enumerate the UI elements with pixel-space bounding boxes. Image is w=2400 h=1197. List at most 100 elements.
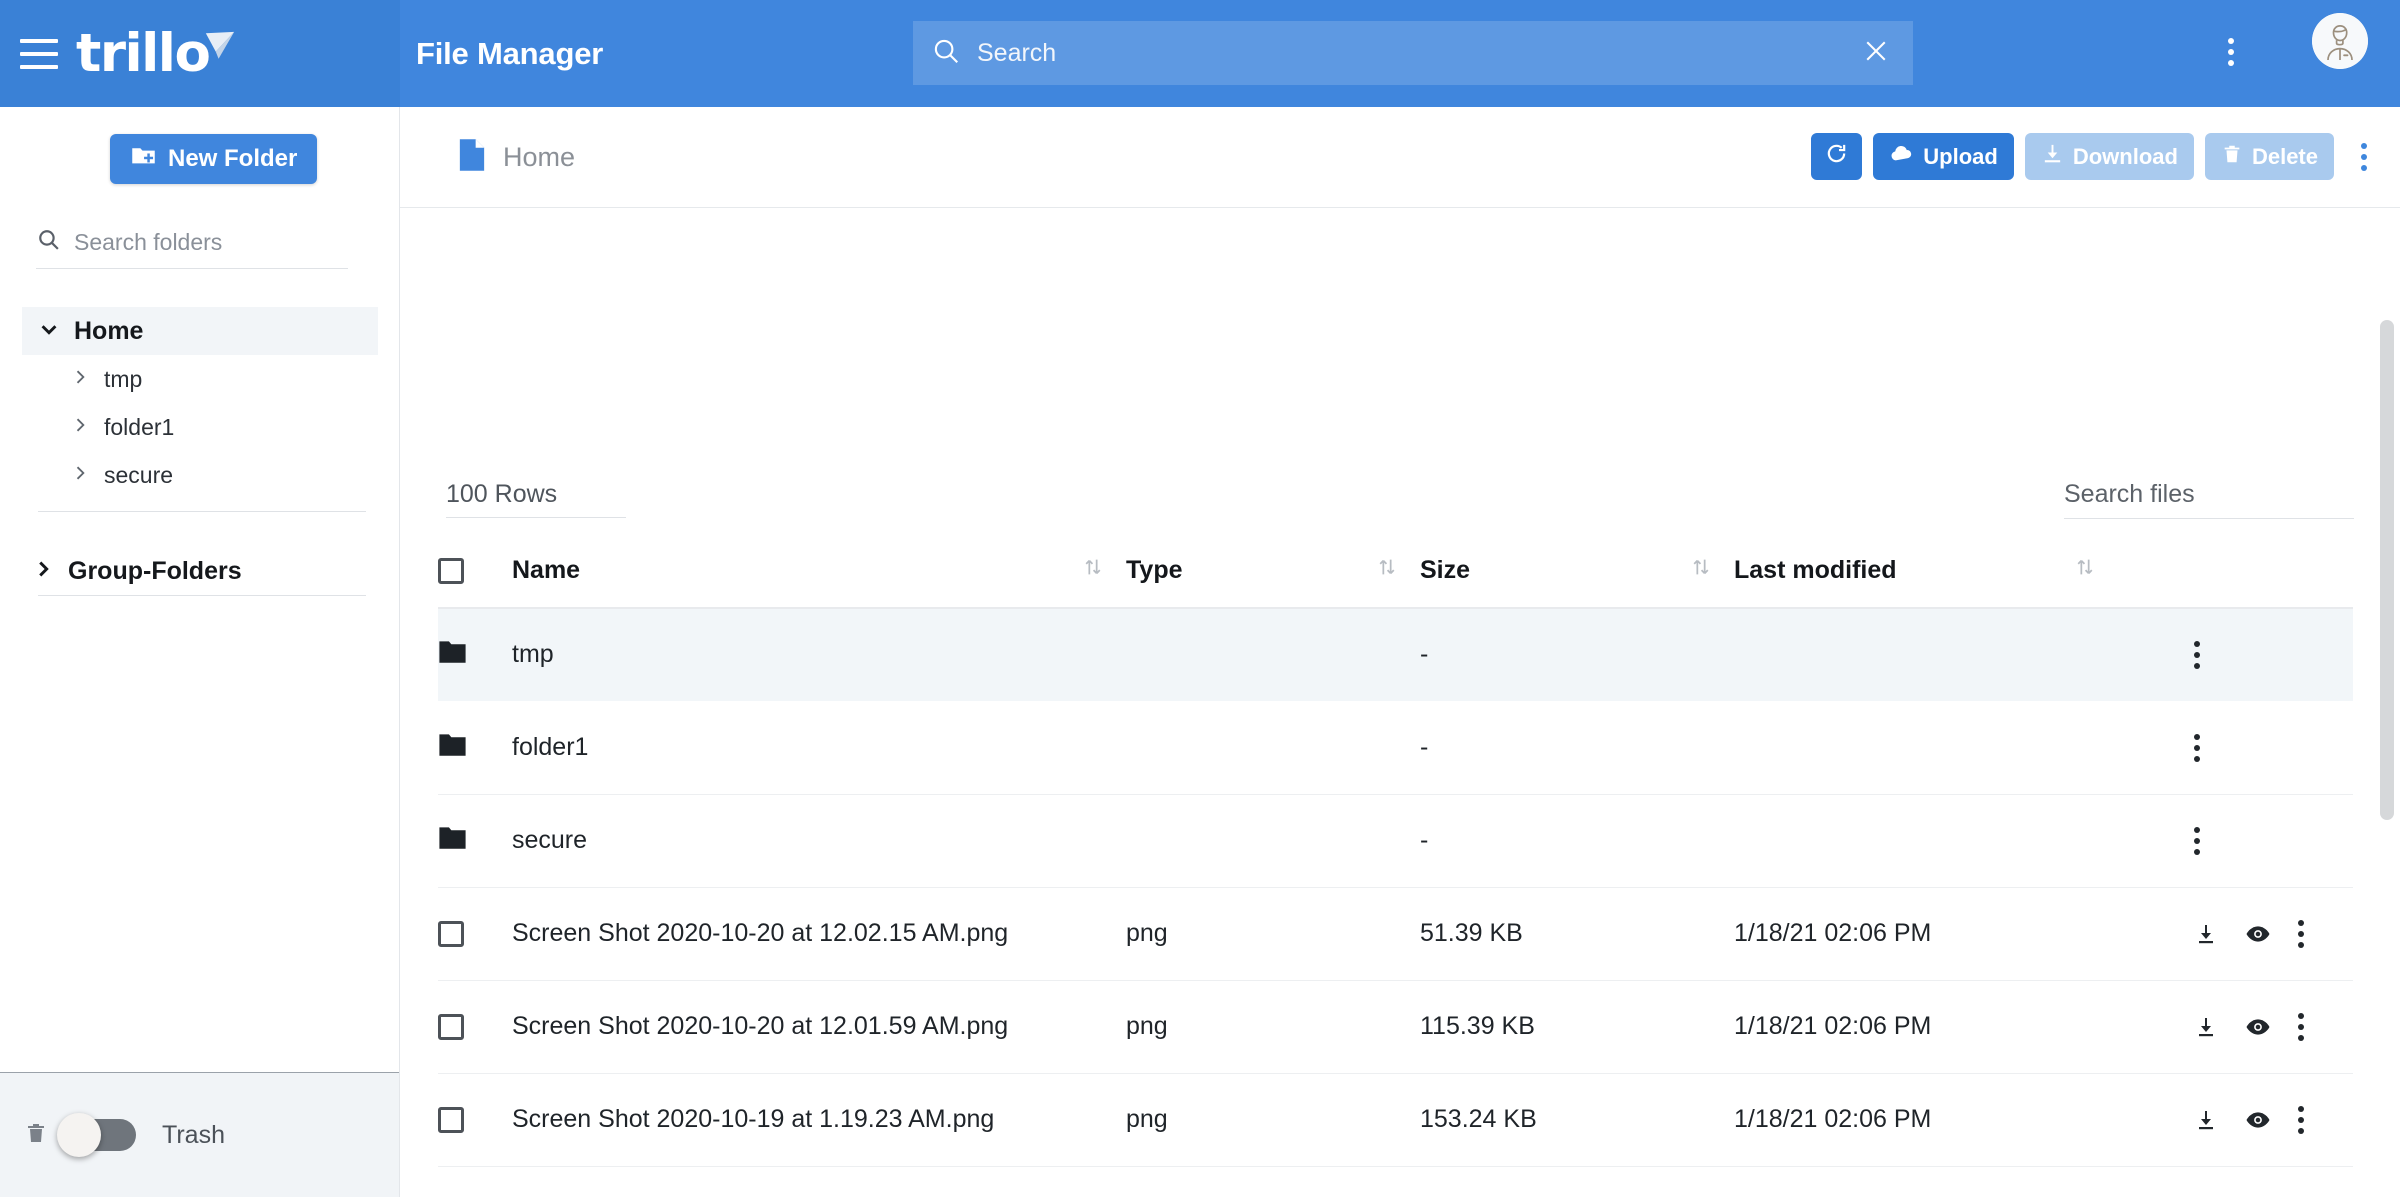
chevron-down-icon (38, 318, 60, 345)
row-checkbox[interactable] (438, 1013, 464, 1040)
kebab-menu-icon[interactable] (2298, 1105, 2304, 1134)
sidebar-item-folder1[interactable]: folder1 (22, 403, 378, 451)
eye-icon[interactable] (2245, 1014, 2271, 1040)
row-type: png (1126, 1166, 1420, 1197)
kebab-menu-icon[interactable] (2298, 919, 2304, 948)
download-icon (2041, 142, 2064, 171)
eye-icon[interactable] (2245, 921, 2271, 947)
row-select-cell[interactable] (438, 701, 512, 795)
table-row[interactable]: Screen Shot 2020-10-20 at 12.01.59 AM.pn… (438, 980, 2353, 1074)
row-last-modified: 1/18/21 02:06 PM (1734, 1073, 2194, 1167)
vertical-scrollbar-thumb[interactable] (2380, 320, 2394, 820)
download-icon[interactable] (2194, 922, 2218, 946)
cloud-upload-icon (1889, 141, 1914, 172)
kebab-menu-icon[interactable] (2194, 640, 2200, 669)
sidebar-item-label: Home (74, 316, 144, 345)
close-icon[interactable] (1857, 32, 1895, 75)
row-select-cell[interactable] (438, 1073, 512, 1167)
table-row[interactable]: Screen Shot 2020-10-08 at 10.12.02 AM.pn… (438, 1166, 2353, 1197)
new-folder-label: New Folder (168, 145, 298, 172)
rows-per-page-container: 10 Rows25 Rows50 Rows100 Rows (446, 480, 626, 518)
left-sidebar: New Folder Home tmp (0, 107, 400, 1197)
search-icon (36, 227, 61, 257)
upload-button[interactable]: Upload (1873, 133, 2014, 180)
table-row[interactable]: Screen Shot 2020-10-19 at 1.19.23 AM.png… (438, 1073, 2353, 1167)
page-title: File Manager (416, 35, 604, 71)
hamburger-menu-icon[interactable] (20, 38, 58, 69)
table-row[interactable]: secure - (438, 794, 2353, 888)
sidebar-item-group-folders[interactable]: Group-Folders (22, 547, 378, 595)
row-select-cell[interactable] (438, 980, 512, 1074)
row-actions (2194, 794, 2353, 888)
row-actions (2194, 1073, 2353, 1167)
kebab-menu-icon[interactable] (2298, 1012, 2304, 1041)
trash-toggle-bar: Trash (0, 1072, 399, 1197)
toolbar-overflow-kebab-menu-icon[interactable] (2361, 142, 2367, 171)
new-folder-button[interactable]: New Folder (110, 134, 318, 184)
sidebar-item-label: secure (104, 461, 174, 488)
top-header-bar: trillo File Manager (0, 0, 2400, 107)
select-all-checkbox[interactable] (438, 557, 464, 584)
sort-arrows-icon-name[interactable] (1082, 556, 1126, 609)
chevron-right-icon (32, 558, 54, 585)
column-header-type[interactable]: Type (1126, 556, 1376, 609)
trash-toggle-switch[interactable] (57, 1113, 136, 1157)
folder-search-container (36, 227, 348, 269)
delete-label: Delete (2251, 143, 2318, 169)
eye-icon[interactable] (2245, 1107, 2271, 1133)
column-header-last-modified[interactable]: Last modified (1734, 556, 2074, 609)
breadcrumb[interactable]: Home (400, 138, 575, 177)
rows-per-page-select[interactable]: 10 Rows25 Rows50 Rows100 Rows (446, 480, 558, 508)
refresh-icon (1825, 142, 1848, 171)
kebab-menu-icon[interactable] (2194, 826, 2200, 855)
download-icon[interactable] (2194, 1015, 2218, 1039)
row-type: png (1126, 887, 1420, 981)
row-checkbox[interactable] (438, 1106, 464, 1133)
trillo-logo[interactable]: trillo (76, 27, 237, 80)
delete-button[interactable]: Delete (2204, 133, 2334, 180)
sidebar-item-tmp[interactable]: tmp (22, 355, 378, 403)
row-select-cell[interactable] (438, 1166, 512, 1197)
row-checkbox[interactable] (438, 920, 464, 947)
folder-icon (438, 732, 512, 764)
table-row[interactable]: tmp - (438, 608, 2353, 701)
row-actions (2194, 887, 2353, 981)
row-size: - (1420, 608, 1734, 701)
row-size: 115.39 KB (1420, 980, 1734, 1074)
breadcrumb-label: Home (503, 141, 576, 172)
table-row[interactable]: Screen Shot 2020-10-20 at 12.02.15 AM.pn… (438, 887, 2353, 981)
row-select-cell[interactable] (438, 608, 512, 701)
group-folders-section: Group-Folders (22, 547, 378, 596)
trash-icon (24, 1121, 48, 1150)
toolbar-actions: Upload Download Delete (1811, 133, 2367, 180)
download-icon[interactable] (2194, 1108, 2218, 1132)
file-search-input[interactable] (2064, 480, 2354, 509)
download-button[interactable]: Download (2024, 133, 2194, 180)
folder-search-input[interactable] (74, 228, 324, 256)
row-select-cell[interactable] (438, 887, 512, 981)
row-select-cell[interactable] (438, 794, 512, 888)
sidebar-item-secure[interactable]: secure (22, 451, 378, 499)
user-avatar[interactable] (2312, 13, 2368, 69)
folder-icon (438, 639, 512, 671)
sidebar-divider (38, 511, 366, 512)
column-header-size[interactable]: Size (1420, 556, 1690, 609)
row-name: Screen Shot 2020-10-20 at 12.01.59 AM.pn… (512, 980, 1126, 1074)
column-header-actions (2194, 556, 2353, 609)
sort-arrows-icon-size[interactable] (1690, 556, 1734, 609)
sort-arrows-icon-type[interactable] (1376, 556, 1420, 609)
row-last-modified: 1/18/21 02:06 PM (1734, 980, 2194, 1074)
sort-arrows-icon-modified[interactable] (2074, 556, 2194, 609)
global-search-input[interactable] (977, 38, 1857, 68)
sidebar-item-home[interactable]: Home (22, 307, 378, 355)
column-header-name[interactable]: Name (512, 556, 1082, 609)
refresh-button[interactable] (1811, 133, 1863, 180)
upload-label: Upload (1923, 143, 1998, 169)
kebab-menu-icon[interactable] (2194, 733, 2200, 762)
row-name: Screen Shot 2020-10-20 at 12.02.15 AM.pn… (512, 887, 1126, 981)
folder-icon (438, 825, 512, 857)
chevron-right-icon (70, 463, 90, 488)
table-row[interactable]: folder1 - (438, 701, 2353, 795)
sidebar-item-label: tmp (104, 365, 143, 392)
header-overflow-kebab-menu-icon[interactable] (2228, 38, 2234, 66)
